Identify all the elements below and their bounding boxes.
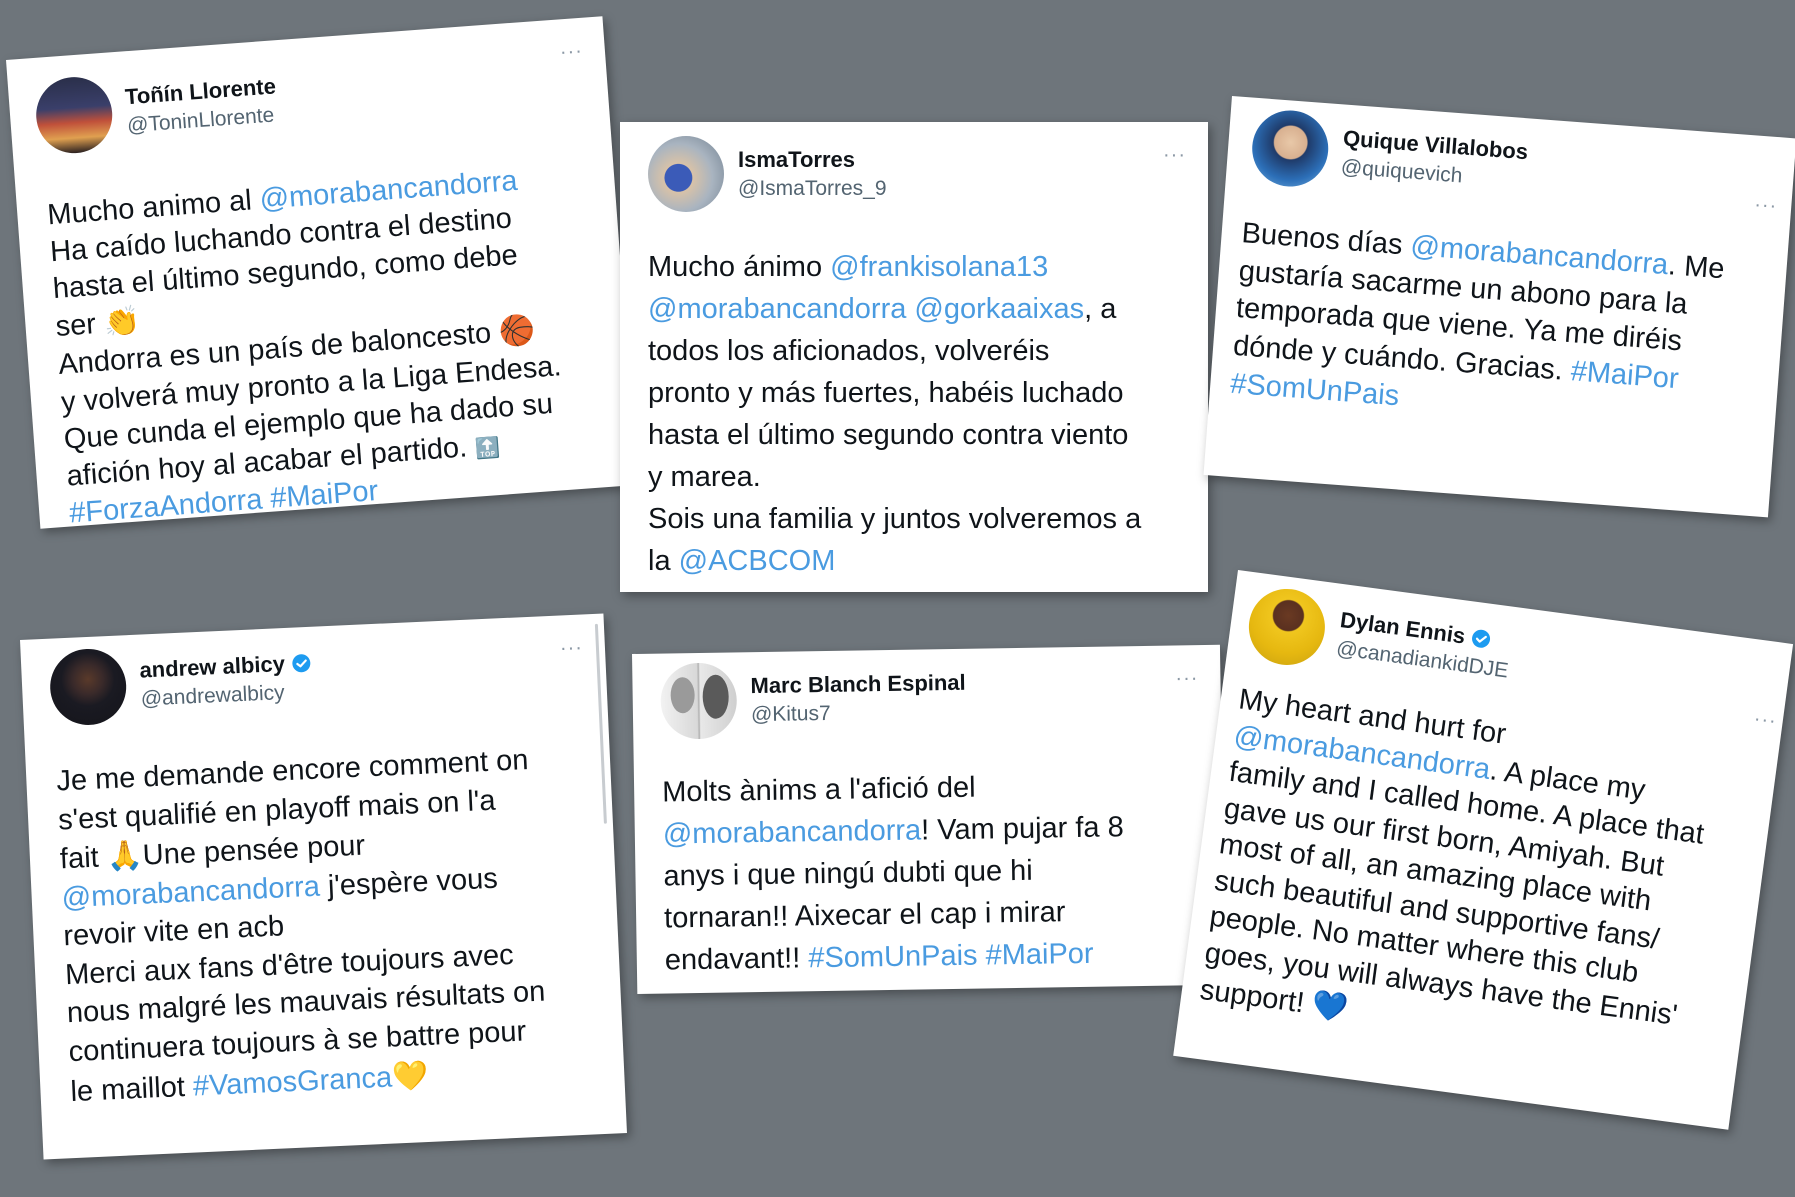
user-handle[interactable]: @IsmaTorres_9 (738, 177, 887, 201)
text-segment: Une pensée pour (142, 829, 366, 872)
tweet-card-dylanennis[interactable]: Dylan Ennis @canadiankidDJE ··· My heart… (1173, 570, 1794, 1130)
tweet-header: Toñín Llorente @ToninLlorente (33, 62, 280, 156)
mention-link[interactable]: @frankisolana13 (830, 251, 1048, 283)
more-options-icon[interactable]: ··· (1752, 708, 1778, 734)
top-arrow-icon: 🔝 (474, 434, 501, 461)
display-name[interactable]: IsmaTorres (738, 147, 855, 173)
avatar[interactable] (660, 662, 738, 740)
text-segment: endavant!! (664, 942, 809, 977)
scrollbar[interactable] (594, 623, 607, 824)
text-segment: ser (54, 307, 106, 344)
text-segment: fait (59, 841, 108, 876)
hashtag-link[interactable]: #MaiPor (1570, 355, 1680, 395)
mention-link[interactable]: @morabancandorra (648, 293, 906, 325)
display-name[interactable]: Marc Blanch Espinal (750, 670, 966, 699)
text-segment: ! Vam pujar fa 8 (920, 811, 1124, 847)
tweet-text: Je me demande encore comment on s'est qu… (56, 738, 603, 1111)
tweet-card-ismatorres[interactable]: IsmaTorres @IsmaTorres_9 ··· Mucho ánimo… (620, 122, 1208, 592)
hashtag-link[interactable]: #MaiPor (269, 475, 379, 515)
tweet-text: Buenos días @morabancandorra. Me gustarí… (1229, 215, 1778, 443)
more-options-icon[interactable]: ··· (1163, 144, 1186, 167)
mention-link[interactable]: @ACBCOM (679, 545, 836, 577)
text-segment: le maillot (69, 1070, 194, 1108)
tweet-card-toninllorente[interactable]: Toñín Llorente @ToninLlorente ··· Mucho … (6, 16, 637, 529)
user-handle[interactable]: @Kitus7 (751, 700, 967, 727)
yellow-heart-icon: 💛 (391, 1057, 429, 1094)
tweet-card-marcblanch[interactable]: Marc Blanch Espinal @Kitus7 ··· Molts àn… (632, 644, 1226, 994)
text-segment: hasta el último segundo contra viento (648, 419, 1129, 452)
tweet-header: Quique Villalobos @quiquevich (1249, 107, 1529, 204)
basketball-icon: 🏀 (497, 312, 537, 350)
user-handle[interactable]: @andrewalbicy (140, 680, 312, 712)
mention-link[interactable]: @morabancandorra (663, 815, 922, 851)
text-segment: j'espère vous (319, 862, 499, 903)
hashtag-link[interactable]: #SomUnPais (808, 940, 978, 975)
more-options-icon[interactable]: ··· (559, 636, 583, 660)
more-options-icon[interactable]: ··· (1753, 194, 1779, 219)
folded-hands-icon: 🙏 (105, 837, 144, 874)
text-segment: y marea. (648, 461, 761, 494)
more-options-icon[interactable]: ··· (559, 40, 584, 65)
avatar[interactable] (648, 136, 724, 212)
text-segment: , a (1084, 293, 1117, 326)
more-options-icon[interactable]: ··· (1175, 667, 1198, 690)
tweet-header: IsmaTorres @IsmaTorres_9 (648, 136, 887, 212)
clapping-hands-icon: 👏 (102, 303, 142, 340)
hashtag-link[interactable]: #VamosGranca (192, 1061, 393, 1102)
hashtag-link[interactable]: #MaiPor (985, 938, 1093, 972)
tweet-text: My heart and hurt for @morabancandorra. … (1198, 681, 1775, 1079)
avatar[interactable] (1249, 107, 1331, 190)
text-segment: pronto y más fuertes, habéis luchado (648, 377, 1124, 410)
tweet-card-quiquevillalobos[interactable]: Quique Villalobos @quiquevich ··· Buenos… (1203, 96, 1795, 518)
tweet-header: Dylan Ennis @canadiankidDJE (1244, 584, 1515, 694)
blue-heart-icon: 💙 (1309, 987, 1351, 1026)
text-segment: . Me (1666, 249, 1726, 286)
text-segment: la (648, 545, 679, 578)
avatar[interactable] (48, 647, 128, 727)
display-name[interactable]: andrew albicy (139, 651, 286, 684)
tweet-text: Mucho ánimo @frankisolana13 @morabancand… (648, 246, 1186, 582)
avatar[interactable] (1244, 584, 1330, 670)
tweet-text: Mucho animo al @morabancandorra Ha caído… (46, 157, 615, 532)
text-segment: Sois una familia y juntos volveremos a (648, 503, 1142, 536)
avatar[interactable] (33, 74, 115, 156)
tweet-header: andrew albicy @andrewalbicy (48, 639, 314, 727)
verified-badge-icon (1471, 629, 1490, 648)
tweet-header: Marc Blanch Espinal @Kitus7 (660, 659, 966, 740)
text-segment: todos los aficionados, volveréis (648, 335, 1050, 368)
text-segment: Mucho ánimo (648, 251, 831, 283)
tweet-text: Molts ànims a l'afició del @morabancando… (662, 763, 1203, 982)
verified-badge-icon (291, 654, 310, 673)
tweet-card-andrewalbicy[interactable]: andrew albicy @andrewalbicy ··· Je me de… (20, 613, 627, 1160)
mention-link[interactable]: @gorkaaixas (914, 293, 1084, 325)
